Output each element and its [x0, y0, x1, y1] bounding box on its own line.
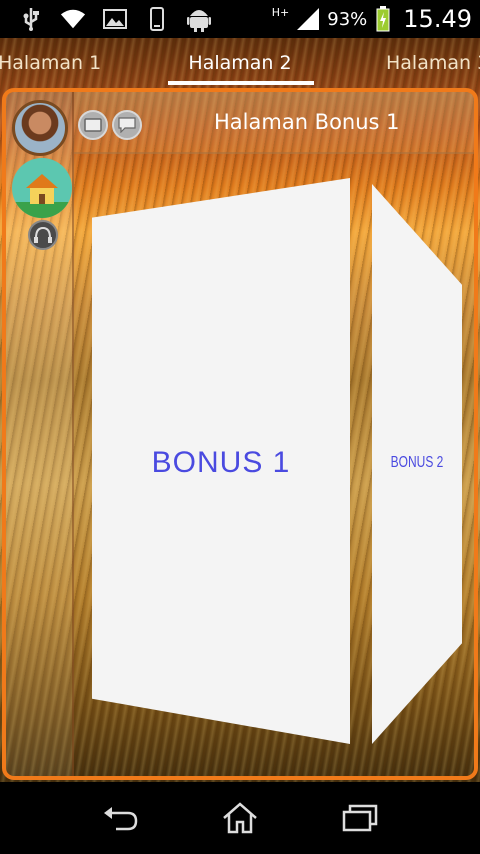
headphone-icon	[34, 226, 52, 243]
bonus-page-1[interactable]: BONUS 1	[92, 178, 350, 744]
bonus-1-label: BONUS 1	[151, 446, 291, 479]
sidebar	[6, 92, 74, 776]
wifi-icon	[60, 6, 86, 32]
phone-icon	[144, 6, 170, 32]
page-title: Halaman Bonus 1	[214, 110, 400, 134]
avatar[interactable]	[12, 100, 68, 156]
tab-bar: Halaman 1 Halaman 2 Halaman 3	[0, 38, 480, 88]
main-panel: Halaman Bonus 1 BONUS 1 BONUS 2	[2, 88, 478, 780]
home-icon	[12, 174, 72, 218]
clock: 15.49	[403, 5, 472, 33]
headphone-button[interactable]	[28, 220, 58, 250]
bonus-2-label: BONUS 2	[390, 454, 444, 471]
android-icon	[186, 6, 212, 32]
page-header: Halaman Bonus 1	[74, 92, 474, 154]
tab-halaman-3[interactable]: Halaman 3	[386, 52, 480, 74]
tab-indicator	[168, 81, 314, 85]
screen-icon	[84, 118, 102, 132]
home-button[interactable]	[12, 158, 72, 218]
chat-button[interactable]	[112, 110, 142, 140]
screen-button[interactable]	[78, 110, 108, 140]
navigation-bar	[0, 782, 480, 854]
home-nav-button[interactable]	[218, 800, 262, 836]
bonus-page-2[interactable]: BONUS 2	[372, 184, 462, 744]
chat-icon	[118, 117, 136, 133]
recent-apps-button[interactable]	[338, 800, 382, 836]
recent-apps-icon	[342, 804, 378, 832]
back-icon	[104, 807, 138, 831]
image-icon	[102, 6, 128, 32]
page-carousel[interactable]: BONUS 1 BONUS 2	[74, 154, 474, 776]
network-type-label: H+	[271, 5, 290, 19]
status-bar: H+ 93% 15.49	[0, 0, 480, 38]
home-nav-icon	[223, 802, 257, 834]
battery-percent: 93%	[327, 8, 368, 30]
back-button[interactable]	[98, 800, 142, 836]
battery-charging-icon	[375, 6, 391, 32]
usb-icon	[18, 6, 44, 32]
signal-icon	[297, 6, 320, 32]
